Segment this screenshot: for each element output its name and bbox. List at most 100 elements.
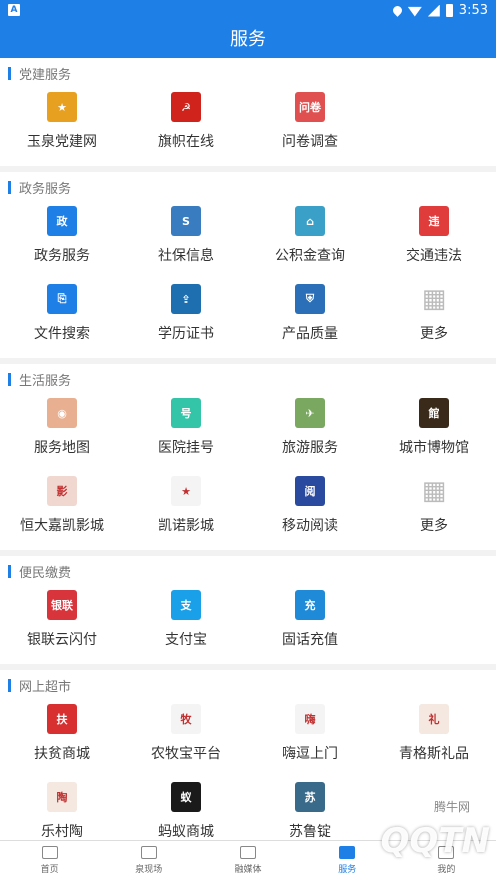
status-bar: A 3:53 [0, 0, 496, 22]
service-item-label: 城市博物馆 [399, 440, 469, 456]
agriculture-icon: 牧 [171, 704, 201, 734]
service-item-label: 农牧宝平台 [151, 746, 221, 762]
cinema-star-icon: ★ [171, 476, 201, 506]
service-item[interactable]: 充固话充值 [248, 586, 372, 664]
service-item-label: 支付宝 [165, 632, 207, 648]
service-item[interactable]: 陶乐村陶 [0, 778, 124, 840]
more-grid-icon: ▦ [419, 284, 449, 314]
service-item[interactable]: 问卷 问卷调查 [248, 88, 372, 166]
page-title: 服务 [0, 22, 496, 58]
service-item-label: 旗帜在线 [158, 134, 214, 150]
service-item[interactable]: 违交通违法 [372, 202, 496, 280]
service-item-label: 产品质量 [282, 326, 338, 342]
section-title: 网上超市 [19, 679, 72, 695]
location-icon [390, 4, 404, 17]
service-item-label: 政务服务 [34, 248, 90, 264]
service-item-label: 医院挂号 [158, 440, 214, 456]
service-item[interactable]: ⛨ 产品质量 [248, 280, 372, 358]
service-item[interactable]: ▦ 更多 [372, 472, 496, 550]
service-item[interactable]: 阅移动阅读 [248, 472, 372, 550]
delivery-icon: 嗨 [295, 704, 325, 734]
service-item-label: 旅游服务 [282, 440, 338, 456]
media-icon [240, 846, 256, 859]
watermark-sub: 腾牛网 [433, 800, 470, 814]
service-section: 政务服务政政务服务 S 社保信息 ⌂ 公积金查询违交通违法 ⎘ 文件搜索 ⇪ 学历证书 ⛨ 产品质量… [0, 172, 496, 358]
service-item[interactable]: 支支付宝 [124, 586, 248, 664]
video-icon [140, 846, 157, 859]
service-item[interactable]: 嗨嗨逗上门 [248, 700, 372, 778]
service-item[interactable]: 扶扶贫商城 [0, 700, 124, 778]
home-news-icon [41, 846, 58, 859]
service-item[interactable]: S 社保信息 [124, 202, 248, 280]
survey-icon: 问卷 [295, 92, 325, 122]
clock: 3:53 [458, 3, 488, 18]
service-item[interactable]: ★ 玉泉党建网 [0, 88, 124, 166]
section-accent-bar [8, 372, 11, 386]
section-header: 网上超市 [0, 670, 496, 700]
poverty-mall-icon: 扶 [47, 704, 77, 734]
service-item-label: 嗨逗上门 [282, 746, 338, 762]
service-item-label: 学历证书 [158, 326, 214, 342]
tab-label: 融媒体 [234, 865, 262, 875]
product-quality-icon: ⛨ [295, 284, 325, 314]
service-item[interactable]: 礼青格斯礼品 [372, 700, 496, 778]
tab-home-news[interactable]: 首页 [0, 841, 99, 880]
service-item-label: 固话充值 [282, 632, 338, 648]
section-title: 生活服务 [19, 373, 72, 389]
section-header: 便民缴费 [0, 556, 496, 586]
traffic-violation-icon: 违 [419, 206, 449, 236]
service-item[interactable]: ▦ 更多 [372, 280, 496, 358]
service-item[interactable]: 政政务服务 [0, 202, 124, 280]
tab-media[interactable]: 融媒体 [198, 841, 297, 880]
service-item-label: 更多 [420, 326, 448, 342]
service-grid: 政政务服务 S 社保信息 ⌂ 公积金查询 违交通违法 ⎘ 文件搜索 ⇪ 学历证书 ⛨ 产品质量 ▦ 更多 [0, 202, 496, 358]
tab-video[interactable]: 泉现场 [99, 841, 198, 880]
party-emblem-icon: ★ [47, 92, 77, 122]
service-section: 党建服务 ★ 玉泉党建网 ☭ 旗帜在线 问卷 问卷调查 [0, 58, 496, 166]
service-item[interactable]: ★ 凯诺影城 [124, 472, 248, 550]
service-item[interactable]: ⌂ 公积金查询 [248, 202, 372, 280]
services-list[interactable]: 党建服务 ★ 玉泉党建网 ☭ 旗帜在线 问卷 问卷调查 政务服务政政务服务 S 社保信息 ⌂ 公积金查… [0, 58, 496, 840]
service-item[interactable]: 牧农牧宝平台 [124, 700, 248, 778]
service-item-label: 银联云闪付 [27, 632, 97, 648]
service-item[interactable]: 号医院挂号 [124, 394, 248, 472]
service-item[interactable]: 館城市博物馆 [372, 394, 496, 472]
service-item-label: 文件搜索 [34, 326, 90, 342]
service-item-label: 移动阅读 [282, 518, 338, 534]
service-item-label: 扶贫商城 [34, 746, 90, 762]
tab-label: 首页 [40, 865, 59, 875]
service-grid: 银联 银联云闪付支支付宝充固话充值 [0, 586, 496, 664]
service-grid: ◉ 服务地图 号医院挂号 ✈ 旅游服务 館城市博物馆影恒大嘉凯影城 ★ 凯诺影城 阅移动阅读 ▦ 更… [0, 394, 496, 550]
service-item[interactable]: ⎘ 文件搜索 [0, 280, 124, 358]
service-item[interactable]: 银联 银联云闪付 [0, 586, 124, 664]
travel-icon: ✈ [295, 398, 325, 428]
map-icon: ◉ [47, 398, 77, 428]
unionpay-icon: 银联 [47, 590, 77, 620]
service-item-label: 恒大嘉凯影城 [20, 518, 104, 534]
section-title: 政务服务 [19, 181, 72, 197]
section-accent-bar [8, 66, 11, 80]
service-item[interactable]: ✈ 旅游服务 [248, 394, 372, 472]
hospital-icon: 号 [171, 398, 201, 428]
social-security-icon: S [171, 206, 201, 236]
service-item-label: 玉泉党建网 [27, 134, 97, 150]
service-item[interactable]: ⇪ 学历证书 [124, 280, 248, 358]
service-item-label: 凯诺影城 [158, 518, 214, 534]
section-accent-bar [8, 180, 11, 194]
section-header: 政务服务 [0, 172, 496, 202]
phone-recharge-icon: 充 [295, 590, 325, 620]
more-grid-icon: ▦ [419, 476, 449, 506]
service-item[interactable]: 蚁蚂蚁商城 [124, 778, 248, 840]
flag-icon: ☭ [171, 92, 201, 122]
service-item[interactable]: ☭ 旗帜在线 [124, 88, 248, 166]
housing-fund-icon: ⌂ [295, 206, 325, 236]
service-item[interactable]: 影恒大嘉凯影城 [0, 472, 124, 550]
service-item-label: 问卷调查 [282, 134, 338, 150]
service-item[interactable]: ◉ 服务地图 [0, 394, 124, 472]
signal-icon [427, 4, 440, 17]
service-item-label: 蚂蚁商城 [158, 824, 214, 840]
certificate-icon: ⇪ [171, 284, 201, 314]
watermark-main: QQTN [380, 821, 490, 861]
service-item-label: 公积金查询 [275, 248, 345, 264]
service-grid: ★ 玉泉党建网 ☭ 旗帜在线 问卷问卷调查 [0, 88, 496, 166]
